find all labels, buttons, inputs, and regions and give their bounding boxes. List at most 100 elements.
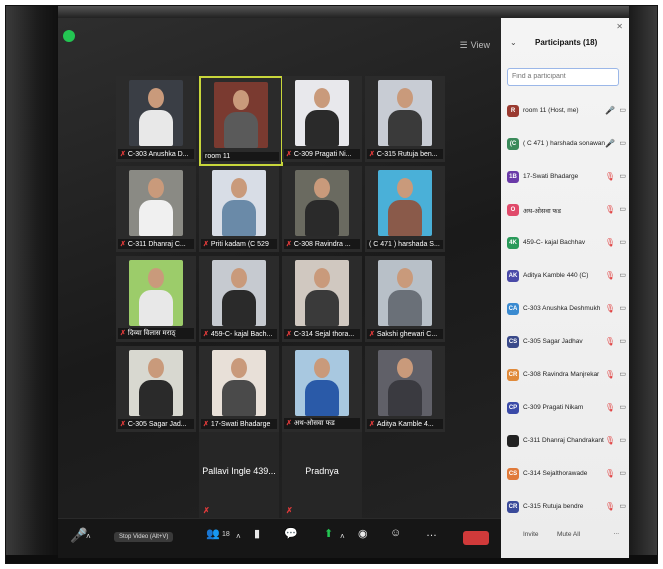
muted-mic-icon: ✗ — [286, 420, 292, 427]
muted-mic-icon[interactable]: 🎙 — [605, 502, 615, 511]
muted-mic-icon: ✗ — [203, 331, 209, 338]
camera-icon[interactable]: ▭ — [619, 403, 626, 411]
participant-name: ( C 471 ) harshada sonawane — [523, 140, 605, 147]
participant-list-item[interactable]: CA C-303 Anushka Deshmukh 🎙 ▭ — [501, 296, 629, 329]
muted-mic-icon[interactable]: 🎙 — [605, 205, 615, 214]
participant-video-tile[interactable]: ✗ C-314 Sejal thora... — [282, 256, 362, 342]
participant-list: Rroom 11 (Host, me) 🎤 ▭ (C ( C 471 ) harshad… — [501, 98, 629, 527]
polls-icon[interactable]: ▮ — [254, 527, 260, 540]
participant-name: अथ-ओसवा फड — [523, 208, 561, 215]
microphone-icon[interactable]: 🎤 — [70, 527, 87, 544]
camera-icon[interactable]: ▭ — [619, 139, 626, 147]
participants-icon[interactable]: 👥 — [206, 527, 220, 540]
person-body — [139, 380, 173, 416]
muted-mic-icon[interactable]: 🎙 — [605, 436, 615, 445]
participant-list-item[interactable]: CP C-309 Pragati Nikam 🎙 ▭ — [501, 395, 629, 428]
close-icon[interactable]: ✕ — [616, 22, 623, 31]
muted-mic-icon[interactable]: 🎙 — [605, 304, 615, 313]
participant-video-tile[interactable]: ✗ C-315 Rutuja ben... — [365, 76, 445, 162]
chevron-up-icon[interactable]: ˄ — [86, 532, 91, 541]
participant-video-tile[interactable]: ( C 471 ) harshada S... — [365, 166, 445, 252]
participant-list-item[interactable]: CS C-314 Sejalthorawade 🎙 ▭ — [501, 461, 629, 494]
participant-list-item[interactable]: C-311 Dhanraj Chandrakant Salu🎙 ▭ — [501, 428, 629, 461]
participant-video-tile[interactable]: ✗ C-308 Ravindra ... — [282, 166, 362, 252]
more-icon[interactable]: … — [426, 527, 437, 539]
more-options-button[interactable]: ... — [614, 529, 619, 536]
participant-list-item[interactable]: AK Aditya Kamble 440 (C) 🎙 ▭ — [501, 263, 629, 296]
avatar: AK — [507, 270, 519, 282]
monitor-bezel-top — [6, 6, 657, 18]
security-shield-icon[interactable] — [63, 30, 75, 42]
muted-mic-icon[interactable]: 🎙 — [605, 238, 615, 247]
participant-list-item[interactable]: CS C-305 Sagar Jadhav 🎙 ▭ — [501, 329, 629, 362]
person-head — [314, 88, 330, 108]
participant-video-tile[interactable]: ✗ Sakshi ghewari C... — [365, 256, 445, 342]
participant-name-tile[interactable]: Pallavi Ingle 439... ✗ — [199, 432, 279, 518]
camera-icon[interactable]: ▭ — [619, 502, 626, 510]
chat-icon[interactable]: 💬 — [284, 527, 298, 540]
chevron-down-icon[interactable]: ⌄ — [510, 38, 517, 47]
participant-video-tile[interactable]: ✗ C-311 Dhanraj C... — [116, 166, 196, 252]
participant-name-tile[interactable]: Pradnya ✗ — [282, 432, 362, 518]
participant-video-tile[interactable]: ✗ C-305 Sagar Jad... — [116, 346, 196, 432]
end-meeting-button[interactable] — [463, 531, 489, 545]
person-body — [139, 200, 173, 236]
mic-icon[interactable]: 🎤 — [605, 106, 615, 115]
camera-icon[interactable]: ▭ — [619, 436, 626, 444]
mic-icon[interactable]: 🎤 — [605, 139, 615, 148]
person-body — [388, 290, 422, 326]
muted-mic-icon[interactable]: 🎙 — [605, 370, 615, 379]
muted-mic-icon: ✗ — [203, 506, 210, 515]
participant-video-tile[interactable]: ✗ C-303 Anushka D... — [116, 76, 196, 162]
reactions-icon[interactable]: ☺ — [390, 527, 401, 539]
avatar: CA — [507, 303, 519, 315]
camera-icon[interactable]: ▭ — [619, 469, 626, 477]
participant-video-tile[interactable]: ✗ दिव्या विलास मराठ् — [116, 256, 196, 342]
muted-mic-icon[interactable]: 🎙 — [605, 337, 615, 346]
camera-icon[interactable]: ▭ — [619, 370, 626, 378]
view-button[interactable]: ☰ View — [460, 40, 493, 51]
muted-mic-icon: ✗ — [286, 241, 292, 248]
muted-mic-icon[interactable]: 🎙 — [605, 469, 615, 478]
participant-video-tile[interactable]: ✗ 17-Swati Bhadarge — [199, 346, 279, 432]
camera-icon[interactable]: ▭ — [619, 271, 626, 279]
chevron-up-icon[interactable]: ˄ — [340, 532, 345, 541]
participant-name: C-311 Dhanraj Chandrakant Salu — [523, 437, 605, 444]
participant-list-item[interactable]: CR C-308 Ravindra Manjrekar 🎙 ▭ — [501, 362, 629, 395]
invite-button[interactable]: Invite — [523, 531, 539, 538]
record-icon[interactable]: ◉ — [358, 527, 368, 540]
find-participant-input[interactable] — [507, 68, 619, 86]
participant-list-item[interactable]: 1B 17-Swati Bhadarge 🎙 ▭ — [501, 164, 629, 197]
muted-mic-icon[interactable]: 🎙 — [605, 172, 615, 181]
muted-mic-icon[interactable]: 🎙 — [605, 271, 615, 280]
person-head — [314, 268, 330, 288]
camera-icon[interactable]: ▭ — [619, 205, 626, 213]
avatar: (C — [507, 138, 519, 150]
camera-icon[interactable]: ▭ — [619, 238, 626, 246]
participant-name-label: ✗ Aditya Kamble 4... — [367, 419, 443, 429]
camera-icon[interactable]: ▭ — [619, 172, 626, 180]
participant-name-label: ✗ 17-Swati Bhadarge — [201, 419, 277, 429]
participant-list-item[interactable]: O अथ-ओसवा फड 🎙 ▭ — [501, 197, 629, 230]
participant-list-item[interactable]: CR C-315 Rutuja bendre 🎙 ▭ — [501, 494, 629, 527]
camera-icon[interactable]: ▭ — [619, 106, 626, 114]
participant-list-item[interactable]: Rroom 11 (Host, me) 🎤 ▭ — [501, 98, 629, 131]
participant-list-item[interactable]: (C ( C 471 ) harshada sonawane 🎤 ▭ — [501, 131, 629, 164]
participant-video-tile[interactable]: ✗ C-309 Pragati Ni... — [282, 76, 362, 162]
participant-list-item[interactable]: 4K 459-C- kajal Bachhav 🎙 ▭ — [501, 230, 629, 263]
camera-icon[interactable]: ▭ — [619, 304, 626, 312]
zoom-meeting-window: ☰ View ✗ C-303 Anushka D... room 11 ✗ C-309 P… — [58, 18, 629, 558]
muted-mic-icon[interactable]: 🎙 — [605, 403, 615, 412]
participant-name: C-305 Sagar Jadhav — [523, 338, 583, 345]
stop-video-button[interactable]: Stop Video (Alt+V) — [114, 532, 174, 542]
mute-all-button[interactable]: Mute All — [557, 531, 580, 538]
chevron-up-icon[interactable]: ˄ — [236, 532, 241, 541]
participant-video-tile[interactable]: room 11 — [199, 76, 283, 166]
participant-video-tile[interactable]: ✗ Aditya Kamble 4... — [365, 346, 445, 432]
participant-video-tile[interactable]: ✗ 459-C- kajal Bach... — [199, 256, 279, 342]
participant-video-tile[interactable]: ✗ अथ-ओसवा फड — [282, 346, 362, 432]
share-screen-icon[interactable]: ⬆ — [324, 527, 333, 540]
participant-video-tile[interactable]: ✗ Priti kadam (C 529 — [199, 166, 279, 252]
avatar: CR — [507, 501, 519, 513]
camera-icon[interactable]: ▭ — [619, 337, 626, 345]
